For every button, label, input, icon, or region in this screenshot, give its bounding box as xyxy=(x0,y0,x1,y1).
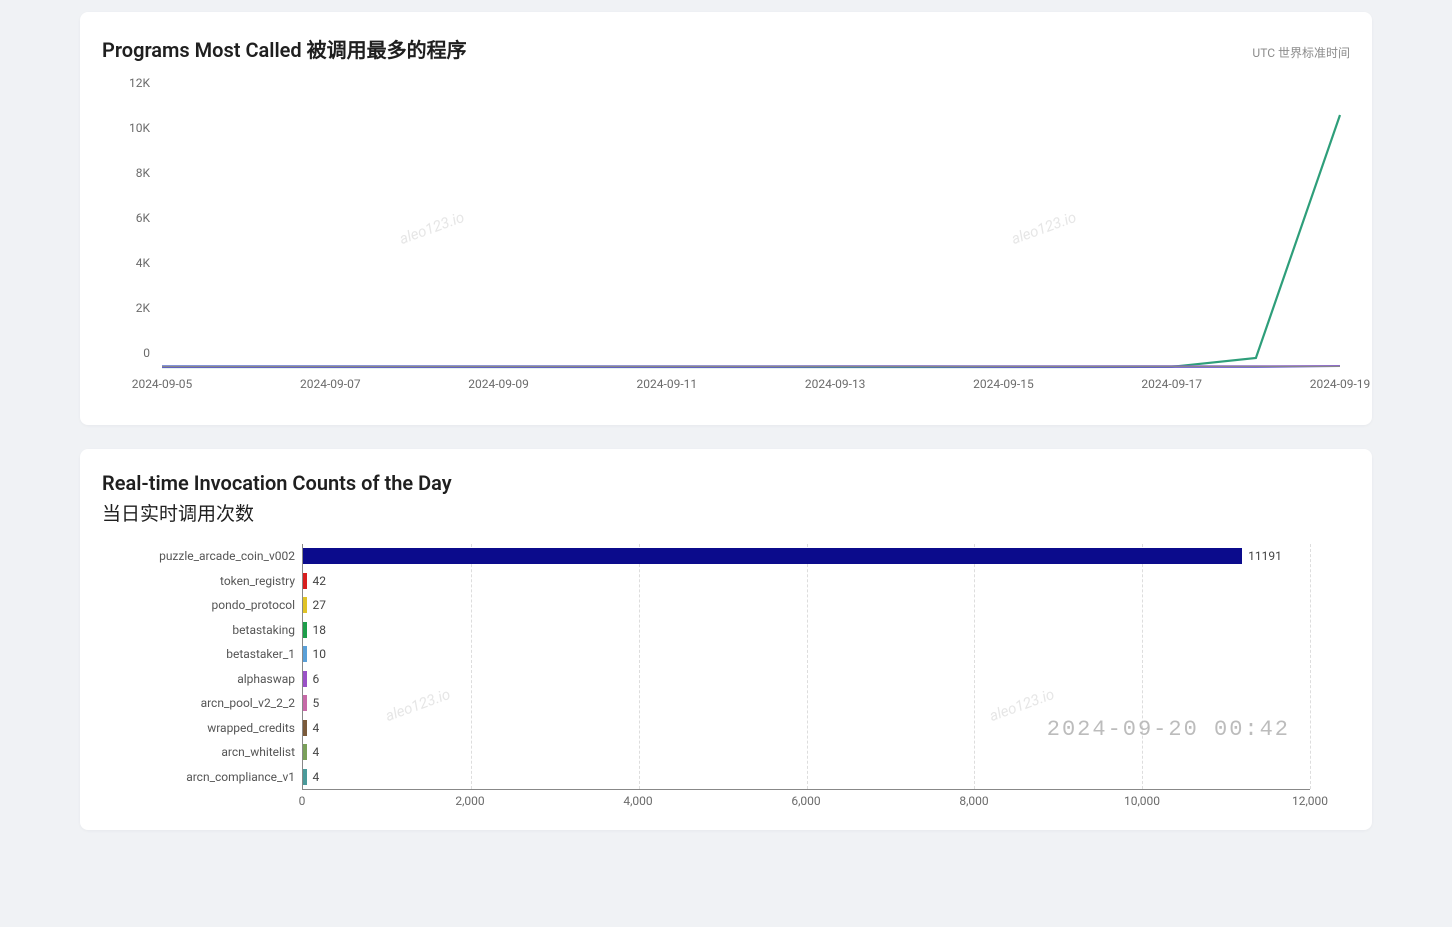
bar-row: puzzle_arcade_coin_v00211191 xyxy=(303,544,1310,569)
bar-fill xyxy=(303,548,1242,564)
bar-rows: aleo123.io aleo123.io puzzle_arcade_coin… xyxy=(302,544,1310,789)
utc-label: UTC 世界标准时间 xyxy=(1252,44,1350,61)
bar-fill xyxy=(303,622,307,638)
bar-row: token_registry42 xyxy=(303,569,1310,594)
bar-value-label: 18 xyxy=(313,623,327,637)
bar-row: pondo_protocol27 xyxy=(303,593,1310,618)
bar-category-label: betastaking xyxy=(105,623,303,637)
bar-value-label: 10 xyxy=(313,647,327,661)
bar-x-tick: 6,000 xyxy=(791,794,820,808)
bar-category-label: pondo_protocol xyxy=(105,598,303,612)
bar-x-tick: 10,000 xyxy=(1124,794,1160,808)
bar-category-label: wrapped_credits xyxy=(105,721,303,735)
bar-category-label: puzzle_arcade_coin_v002 xyxy=(105,549,303,563)
bar-fill xyxy=(303,646,307,662)
y-tick: 2K xyxy=(136,301,150,315)
bar-fill xyxy=(303,573,307,589)
x-tick: 2024-09-07 xyxy=(300,377,361,391)
y-tick: 8K xyxy=(136,166,150,180)
card-programs-most-called: Programs Most Called 被调用最多的程序 UTC 世界标准时间… xyxy=(80,12,1372,425)
bar-category-label: arcn_pool_v2_2_2 xyxy=(105,696,303,710)
line-y-axis: 02K4K6K8K10K12K xyxy=(102,97,160,367)
bar-x-tick: 2,000 xyxy=(455,794,484,808)
bar-row: betastaker_110 xyxy=(303,642,1310,667)
bar-x-tick: 8,000 xyxy=(959,794,988,808)
x-tick: 2024-09-05 xyxy=(132,377,193,391)
bar-value-label: 42 xyxy=(313,574,327,588)
bar-fill xyxy=(303,720,307,736)
bar-value-label: 27 xyxy=(313,598,327,612)
bar-value-label: 6 xyxy=(313,672,320,686)
bar-fill xyxy=(303,597,307,613)
bar-row: arcn_pool_v2_2_25 xyxy=(303,691,1310,716)
bar-row: alphaswap6 xyxy=(303,667,1310,692)
bar-row: wrapped_credits4 xyxy=(303,716,1310,741)
bar-row: arcn_whitelist4 xyxy=(303,740,1310,765)
bar-fill xyxy=(303,744,307,760)
card-title: Programs Most Called 被调用最多的程序 xyxy=(102,34,467,63)
bar-value-label: 5 xyxy=(313,696,320,710)
bar-fill xyxy=(303,671,307,687)
line-chart[interactable]: 02K4K6K8K10K12K aleo123.io aleo123.io 20… xyxy=(102,87,1350,407)
bar-fill xyxy=(303,695,307,711)
x-tick: 2024-09-19 xyxy=(1310,377,1371,391)
bar-x-tick: 12,000 xyxy=(1292,794,1328,808)
x-tick: 2024-09-11 xyxy=(637,377,698,391)
bar-value-label: 4 xyxy=(313,770,320,784)
card-header: Programs Most Called 被调用最多的程序 UTC 世界标准时间 xyxy=(102,34,1350,67)
bar-fill xyxy=(303,769,307,785)
card-realtime-invocations: Real-time Invocation Counts of the Day 当… xyxy=(80,449,1372,830)
bar-x-tick: 4,000 xyxy=(623,794,652,808)
y-tick: 12K xyxy=(129,76,150,90)
line-plot-area: aleo123.io aleo123.io xyxy=(162,97,1340,367)
bar-category-label: betastaker_1 xyxy=(105,647,303,661)
bar-x-axis: 02,0004,0006,0008,00010,00012,000 xyxy=(302,789,1310,812)
y-tick: 0 xyxy=(143,346,150,360)
x-tick: 2024-09-13 xyxy=(805,377,866,391)
x-tick: 2024-09-09 xyxy=(468,377,529,391)
x-tick: 2024-09-15 xyxy=(973,377,1034,391)
bar-category-label: token_registry xyxy=(105,574,303,588)
bar-category-label: arcn_whitelist xyxy=(105,745,303,759)
y-tick: 6K xyxy=(136,211,150,225)
bar-value-label: 11191 xyxy=(1248,549,1282,563)
bar-gridline xyxy=(1310,544,1311,789)
x-tick: 2024-09-17 xyxy=(1141,377,1202,391)
bar-value-label: 4 xyxy=(313,721,320,735)
x-axis-line xyxy=(162,366,1340,367)
line-x-axis: 2024-09-052024-09-072024-09-092024-09-11… xyxy=(162,377,1340,397)
bar-category-label: alphaswap xyxy=(105,672,303,686)
y-tick: 4K xyxy=(136,256,150,270)
y-tick: 10K xyxy=(129,121,150,135)
bar-chart[interactable]: aleo123.io aleo123.io puzzle_arcade_coin… xyxy=(102,544,1350,812)
bar-row: betastaking18 xyxy=(303,618,1310,643)
bar-value-label: 4 xyxy=(313,745,320,759)
line-series-svg xyxy=(162,97,1340,367)
bar-category-label: arcn_compliance_v1 xyxy=(105,770,303,784)
card-title: Real-time Invocation Counts of the Day xyxy=(102,471,1350,495)
bar-x-tick: 0 xyxy=(299,794,306,808)
bar-row: arcn_compliance_v14 xyxy=(303,765,1310,790)
card-subtitle: 当日实时调用次数 xyxy=(102,499,1350,526)
